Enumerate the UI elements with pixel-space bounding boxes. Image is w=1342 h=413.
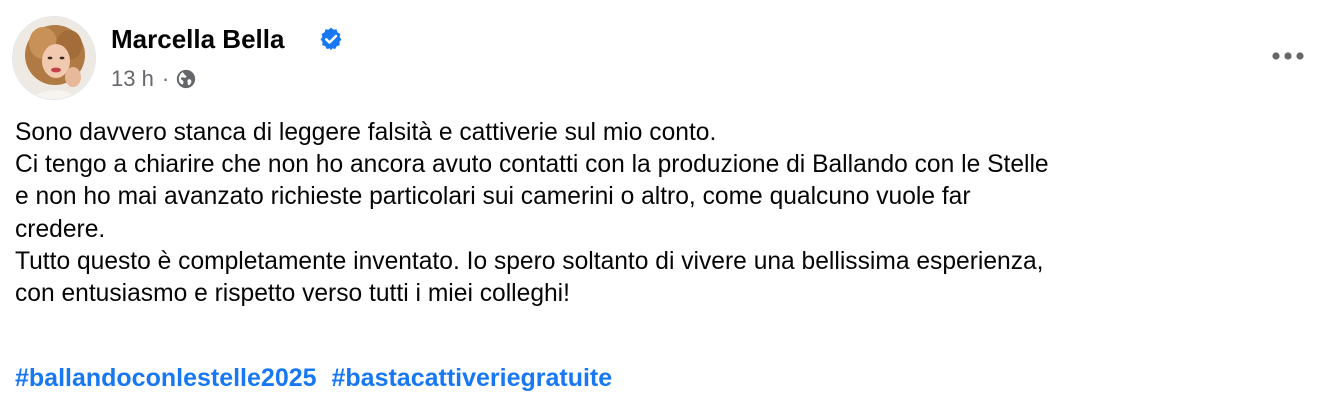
verified-badge-icon: [320, 27, 342, 51]
post-text-line: con entusiasmo e rispetto verso tutti i …: [15, 280, 570, 308]
hashtag-link-ballandoconlestelle2025[interactable]: #ballandoconlestelle2025: [15, 364, 317, 392]
post-timestamp[interactable]: 13 h: [111, 66, 154, 92]
hashtag-row: #ballandoconlestelle2025 #bastacattiveri…: [15, 361, 612, 395]
hashtag-link-bastacattiveriegratuite[interactable]: #bastacattiveriegratuite: [331, 364, 612, 392]
post-text-line: Sono davvero stanca di leggere falsità e…: [15, 119, 717, 146]
post-text-line: e non ho mai avanzato richieste particol…: [15, 183, 971, 211]
author-name[interactable]: Marcella Bella: [111, 22, 284, 56]
post-text: Sono davvero stanca di leggere falsità e…: [15, 117, 1325, 310]
three-dots-icon: [1272, 52, 1304, 60]
post-text-line: credere.: [15, 215, 106, 243]
profile-photo: [13, 17, 95, 99]
post-text-line: Tutto questo è completamente inventato. …: [15, 247, 1044, 275]
more-options-button[interactable]: [1266, 36, 1310, 76]
globe-icon[interactable]: [175, 68, 197, 90]
meta-separator: ·: [161, 66, 170, 91]
post-meta: 13 h ·: [111, 64, 197, 94]
author-avatar[interactable]: [12, 16, 96, 100]
post-text-line: Ci tengo a chiarire che non ho ancora av…: [15, 151, 1049, 179]
